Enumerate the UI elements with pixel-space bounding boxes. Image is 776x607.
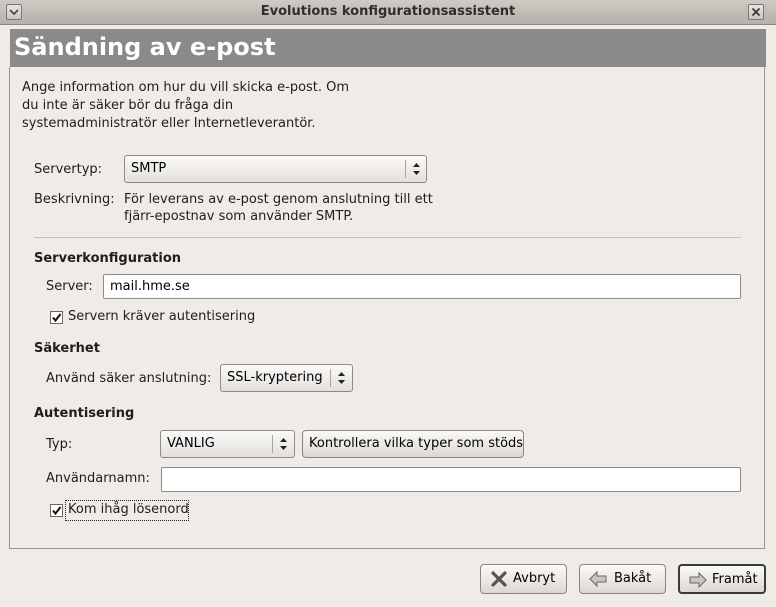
checkmark-icon (52, 506, 62, 516)
section-divider (34, 237, 741, 238)
page-header: Sändning av e-post (10, 29, 766, 67)
back-arrow-icon (589, 570, 607, 588)
combo-arrows-icon (280, 438, 287, 450)
close-icon[interactable] (748, 4, 764, 20)
secure-connection-label: Använd säker anslutning: (46, 371, 212, 386)
cancel-label: Avbryt (513, 571, 556, 586)
forward-button[interactable]: Framåt (678, 564, 766, 594)
auth-required-checkbox[interactable] (50, 311, 63, 324)
check-supported-types-button[interactable]: Kontrollera vilka typer som stöds (302, 430, 524, 458)
server-input-value: mail.hme.se (110, 279, 190, 294)
server-type-combo[interactable]: SMTP (124, 155, 427, 183)
auth-required-label[interactable]: Servern kräver autentisering (68, 309, 255, 324)
server-input[interactable]: mail.hme.se (103, 274, 741, 299)
secure-connection-combo[interactable]: SSL-kryptering (220, 364, 353, 392)
remember-password-checkbox[interactable] (50, 504, 63, 517)
cancel-icon (491, 571, 507, 587)
checkmark-icon (52, 313, 62, 323)
server-type-label: Servertyp: (34, 162, 103, 177)
username-input[interactable] (161, 467, 741, 492)
combo-arrows-icon (338, 372, 345, 384)
forward-label: Framåt (712, 572, 758, 587)
description-line-2: fjärr-epostnav som använder SMTP. (124, 209, 354, 224)
server-label: Server: (46, 279, 93, 294)
assistant-window: Evolutions konfigurationsassistent Sändn… (0, 0, 776, 607)
security-heading: Säkerhet (34, 341, 100, 356)
back-button[interactable]: Bakåt (579, 564, 666, 594)
server-config-heading: Serverkonfiguration (34, 251, 182, 266)
username-label: Användarnamn: (46, 471, 150, 486)
remember-password-label[interactable]: Kom ihåg lösenord (68, 502, 189, 517)
check-supported-types-label: Kontrollera vilka typer som stöds (309, 436, 524, 451)
forward-arrow-icon (689, 571, 707, 589)
combo-separator (330, 369, 331, 387)
description-line-1: För leverans av e-post genom anslutning … (124, 192, 433, 207)
combo-separator (405, 160, 406, 178)
page-title: Sändning av e-post (14, 33, 276, 61)
auth-type-label: Typ: (46, 437, 73, 452)
auth-type-value: VANLIG (167, 436, 215, 451)
window-title: Evolutions konfigurationsassistent (260, 4, 516, 19)
intro-line-3: systemadministratör eller Internetlevera… (22, 116, 316, 131)
cancel-button[interactable]: Avbryt (480, 564, 567, 594)
combo-separator (272, 435, 273, 453)
description-label: Beskrivning: (34, 192, 115, 207)
authentication-heading: Autentisering (34, 406, 135, 421)
secure-connection-value: SSL-kryptering (227, 370, 323, 385)
intro-line-2: du inte är säker bör du fråga din (22, 98, 234, 113)
back-label: Bakåt (614, 571, 652, 586)
combo-arrows-icon (413, 163, 420, 175)
intro-line-1: Ange information om hur du vill skicka e… (22, 80, 350, 95)
title-bar: Evolutions konfigurationsassistent (0, 0, 776, 25)
auth-type-combo[interactable]: VANLIG (160, 430, 295, 458)
server-type-value: SMTP (131, 161, 167, 176)
